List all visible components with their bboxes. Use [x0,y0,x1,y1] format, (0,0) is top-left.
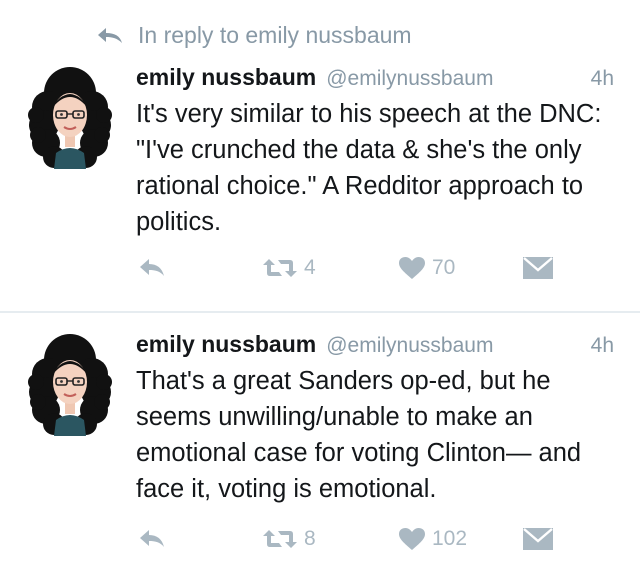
like-button[interactable]: 70 [398,256,455,280]
author-handle[interactable]: @emilynussbaum [326,334,493,358]
heart-icon [399,257,425,279]
like-count: 102 [432,527,468,550]
timestamp[interactable]: 4h [591,334,616,358]
divider [0,311,640,313]
reply-icon [140,530,164,547]
reply-context[interactable]: In reply to emily nussbaum [96,22,412,49]
retweet-count: 4 [304,256,316,279]
retweet-icon [263,530,297,548]
tweet[interactable]: emily nussbaum @emilynussbaum 4h It's ve… [0,58,640,310]
retweet-icon [263,259,297,277]
reply-button[interactable] [138,527,166,549]
avatar[interactable] [26,63,114,169]
reply-context-text: In reply to emily nussbaum [138,22,412,48]
tweet-header: emily nussbaum @emilynussbaum 4h [136,64,616,91]
retweet-button[interactable]: 4 [262,256,316,280]
tweet-text: It's very similar to his speech at the D… [136,100,602,236]
retweet-button[interactable]: 8 [262,527,316,551]
retweet-count: 8 [304,527,316,550]
tweet[interactable]: emily nussbaum @emilynussbaum 4h That's … [0,325,640,575]
tweet-actions: 4 70 [0,256,640,296]
heart-icon [399,528,425,550]
reply-icon [140,259,164,276]
author-name[interactable]: emily nussbaum [136,64,316,91]
tweet-text: That's a great Sanders op-ed, but he see… [136,367,582,503]
reply-arrow-icon [98,27,122,43]
like-button[interactable]: 102 [398,527,467,551]
direct-message-button[interactable] [522,256,554,280]
tweet-header: emily nussbaum @emilynussbaum 4h [136,331,616,358]
direct-message-button[interactable] [522,527,554,551]
author-handle[interactable]: @emilynussbaum [326,67,493,91]
tweet-actions: 8 102 [0,527,640,567]
envelope-icon [523,257,553,279]
envelope-icon [523,528,553,550]
like-count: 70 [432,256,456,279]
timestamp[interactable]: 4h [591,67,616,91]
author-name[interactable]: emily nussbaum [136,331,316,358]
avatar[interactable] [26,330,114,436]
reply-button[interactable] [138,256,166,278]
